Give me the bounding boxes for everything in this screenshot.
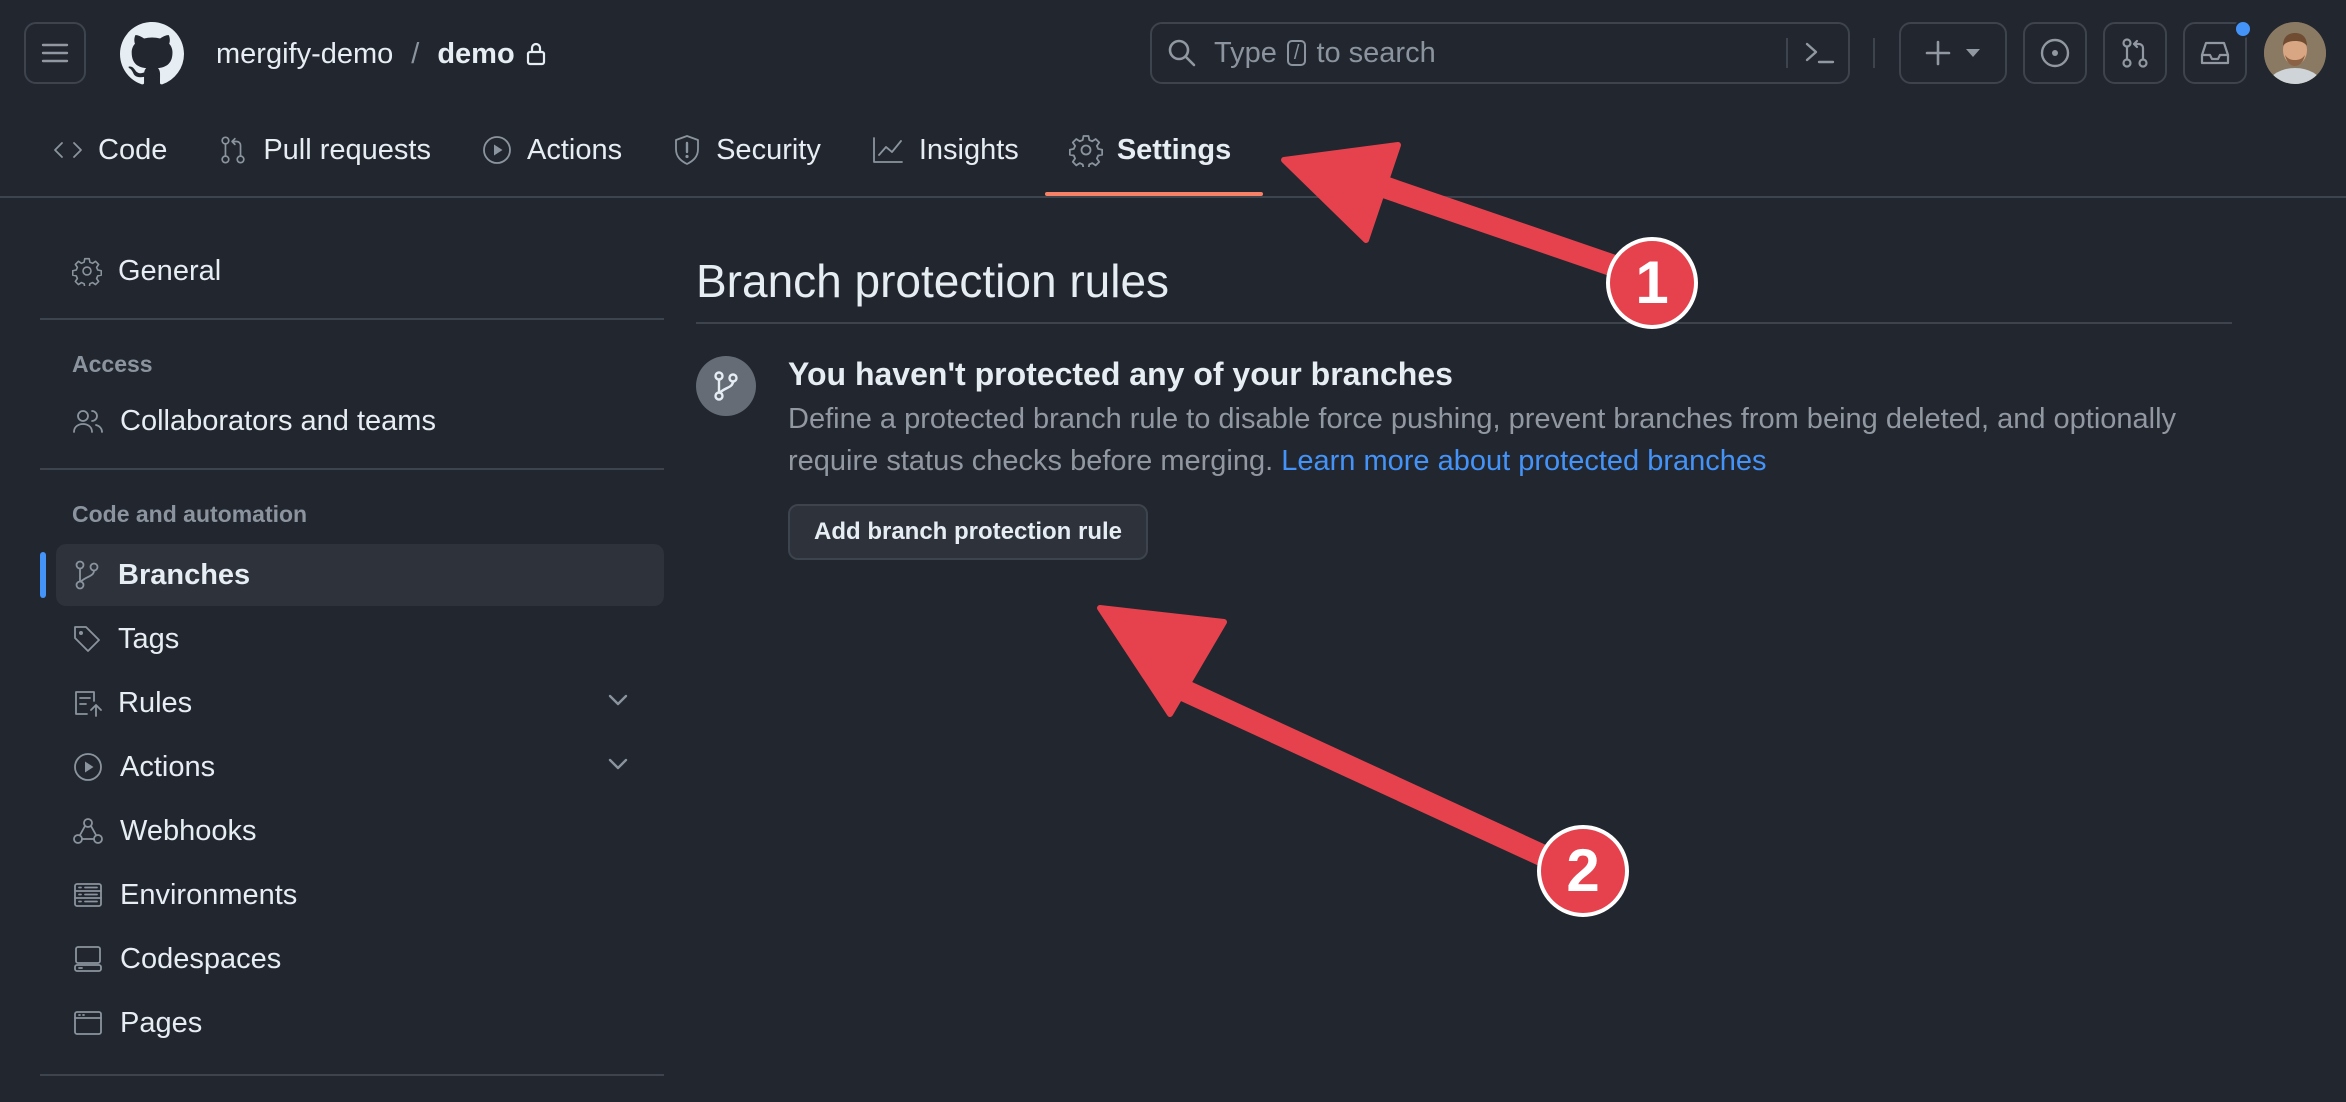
marker-2: 2 bbox=[1537, 825, 1629, 917]
marker-1-label: 1 bbox=[1635, 249, 1668, 316]
arrow-1 bbox=[1281, 142, 1631, 279]
tutorial-annotations: 1 2 bbox=[1097, 142, 1698, 917]
arrow-2 bbox=[1097, 605, 1559, 869]
marker-2-label: 2 bbox=[1566, 837, 1599, 904]
marker-1: 1 bbox=[1606, 237, 1698, 329]
